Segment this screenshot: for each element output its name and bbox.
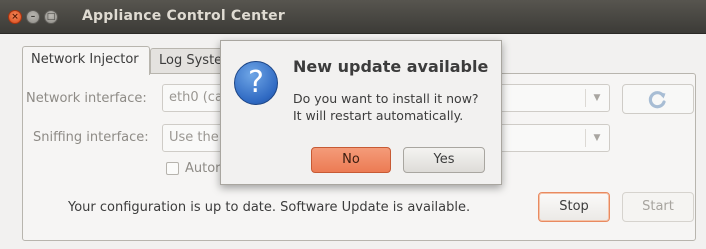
dialog-message-line-1: Do you want to install it now? [293, 91, 479, 106]
sniffing-interface-label: Sniffing interface: [33, 130, 149, 145]
app-window: × – □ Appliance Control Center Network I… [0, 0, 706, 249]
network-interface-value: eth0 (ca [169, 90, 223, 105]
dialog-message-line-2: It will restart automatically. [293, 108, 464, 123]
status-message: Your configuration is up to date. Softwa… [68, 200, 471, 215]
chevron-down-icon: ▼ [585, 89, 608, 107]
close-window-button[interactable]: × [8, 10, 22, 24]
question-icon: ? [234, 61, 278, 105]
minimize-window-button[interactable]: – [26, 10, 40, 24]
auto-checkbox-label: Autor [185, 161, 221, 176]
tab-network-injector[interactable]: Network Injector [22, 46, 150, 75]
dialog-message: Do you want to install it now? It will r… [293, 90, 479, 124]
dialog-title: New update available [293, 57, 489, 76]
yes-button[interactable]: Yes [403, 147, 485, 173]
title-bar: × – □ Appliance Control Center [0, 0, 706, 34]
stop-button[interactable]: Stop [538, 192, 610, 222]
auto-checkbox[interactable] [166, 162, 179, 175]
sniffing-interface-value: Use the [169, 130, 219, 145]
no-button[interactable]: No [311, 147, 391, 173]
network-interface-label: Network interface: [26, 91, 147, 106]
maximize-window-button[interactable]: □ [44, 10, 58, 24]
window-title: Appliance Control Center [82, 8, 285, 24]
refresh-icon [648, 91, 666, 109]
start-button[interactable]: Start [622, 192, 694, 222]
chevron-down-icon: ▼ [585, 129, 608, 147]
refresh-button[interactable] [622, 84, 694, 114]
update-dialog: ? New update available Do you want to in… [220, 40, 502, 185]
